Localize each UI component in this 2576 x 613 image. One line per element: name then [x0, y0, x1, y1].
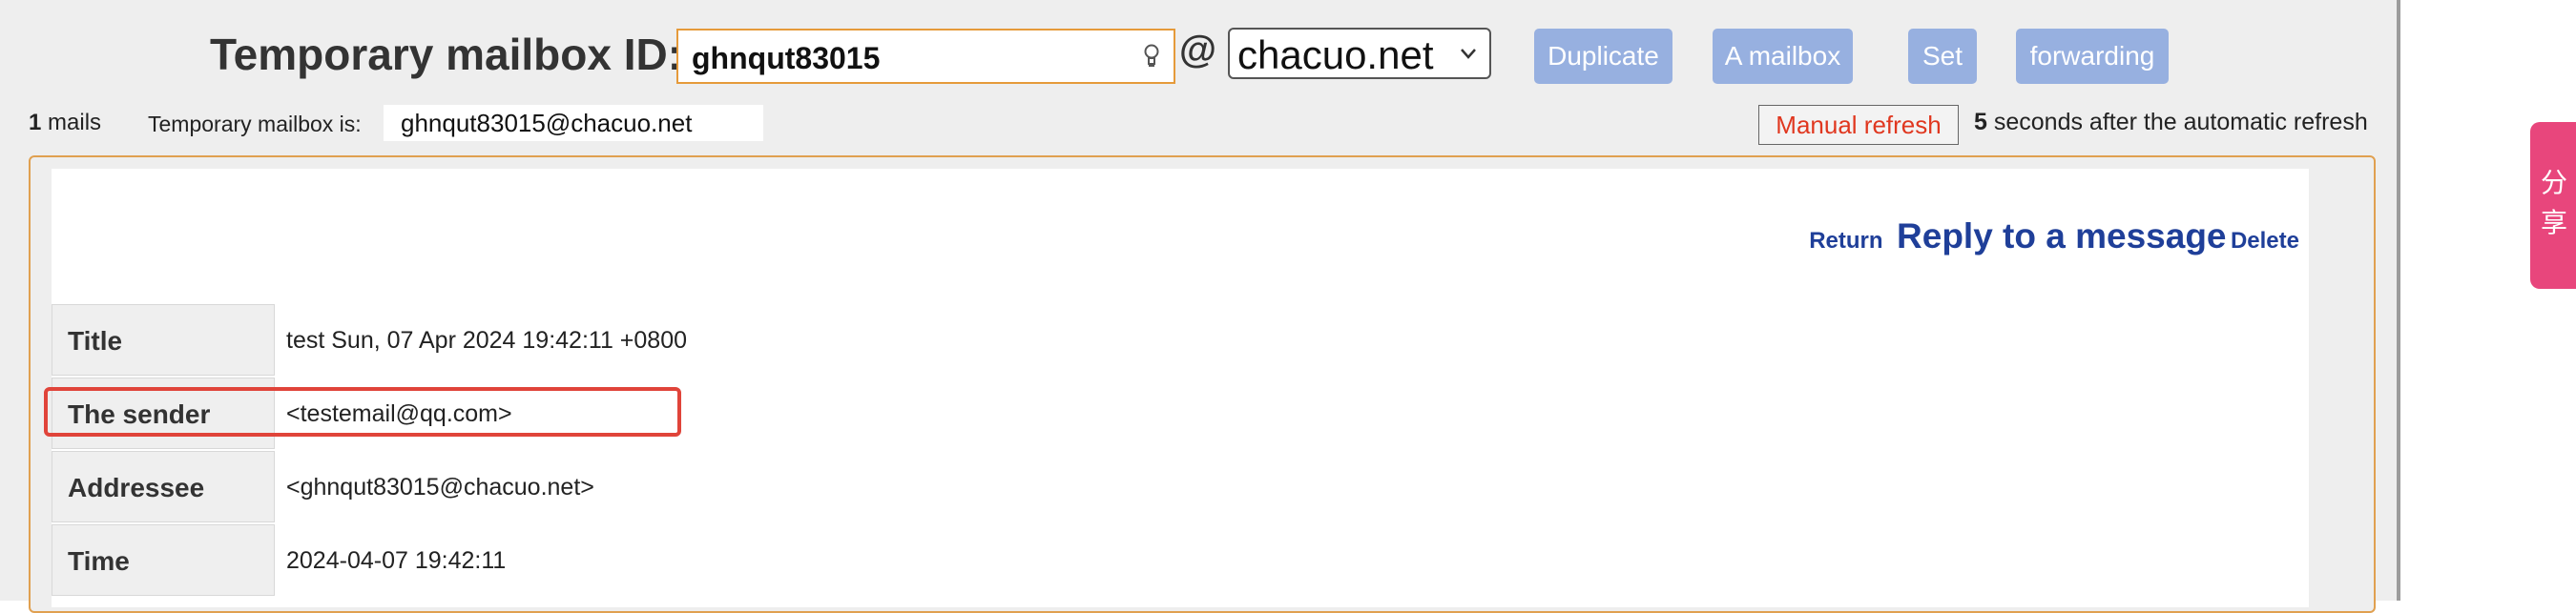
share-label: 分享: [2541, 168, 2568, 237]
duplicate-button[interactable]: Duplicate: [1534, 29, 1672, 84]
at-sign: @: [1179, 29, 1217, 71]
domain-select[interactable]: chacuo.net: [1228, 28, 1491, 79]
mailbox-id-label: Temporary mailbox ID:: [210, 30, 683, 79]
mail-count: 1 mails: [29, 110, 101, 136]
time-value: 2024-04-07 19:42:11: [286, 547, 507, 574]
mailbox-address-field[interactable]: ghnqut83015@chacuo.net: [384, 105, 763, 141]
addressee-value: <ghnqut83015@chacuo.net>: [286, 474, 594, 501]
title-label: Title: [52, 304, 275, 376]
manual-refresh-button[interactable]: Manual refresh: [1758, 105, 1959, 145]
sender-value: <testemail@qq.com>: [286, 400, 512, 427]
forwarding-button[interactable]: forwarding: [2016, 29, 2169, 84]
delete-link[interactable]: Delete: [2231, 228, 2299, 254]
message-panel: Return Reply to a message Delete Title t…: [29, 155, 2376, 613]
mailbox-page: Temporary mailbox ID: @ chacuo.net Dupli…: [0, 0, 2400, 613]
table-row: Title test Sun, 07 Apr 2024 19:42:11 +08…: [52, 304, 2309, 378]
reply-message-link[interactable]: Reply to a message: [1897, 216, 2226, 255]
mailbox-toolbar: Temporary mailbox ID: @ chacuo.net Dupli…: [0, 0, 2397, 105]
time-label: Time: [52, 524, 275, 596]
mail-count-unit: mails: [48, 110, 102, 135]
return-link[interactable]: Return: [1809, 228, 1882, 254]
lightbulb-icon[interactable]: [1143, 44, 1160, 69]
message-view: Return Reply to a message Delete Title t…: [52, 169, 2309, 607]
table-row: Time 2024-04-07 19:42:11: [52, 524, 2309, 598]
mail-count-number: 1: [29, 110, 42, 135]
set-button[interactable]: Set: [1908, 29, 1977, 84]
share-tab[interactable]: 分享: [2530, 122, 2576, 289]
message-actions: Return Reply to a message Delete: [1809, 216, 2299, 256]
mailbox-id-input[interactable]: [690, 38, 1113, 78]
a-mailbox-button[interactable]: A mailbox: [1713, 29, 1853, 84]
title-value: test Sun, 07 Apr 2024 19:42:11 +0800: [286, 327, 688, 354]
table-row: Addressee <ghnqut83015@chacuo.net>: [52, 451, 2309, 524]
sender-label: The sender: [52, 378, 275, 449]
domain-select-value: chacuo.net: [1237, 32, 1434, 77]
refresh-countdown: 5: [1974, 109, 1987, 135]
mailbox-id-field[interactable]: [676, 29, 1175, 84]
mailbox-address-label: Temporary mailbox is:: [148, 112, 362, 136]
addressee-label: Addressee: [52, 451, 275, 522]
chevron-down-icon: [1461, 49, 1476, 59]
message-details-table: Title test Sun, 07 Apr 2024 19:42:11 +08…: [52, 304, 2309, 598]
table-row: The sender <testemail@qq.com>: [52, 378, 2309, 451]
auto-refresh-status: 5 seconds after the automatic refresh: [1974, 109, 2368, 136]
auto-refresh-text: seconds after the automatic refresh: [1993, 109, 2368, 135]
